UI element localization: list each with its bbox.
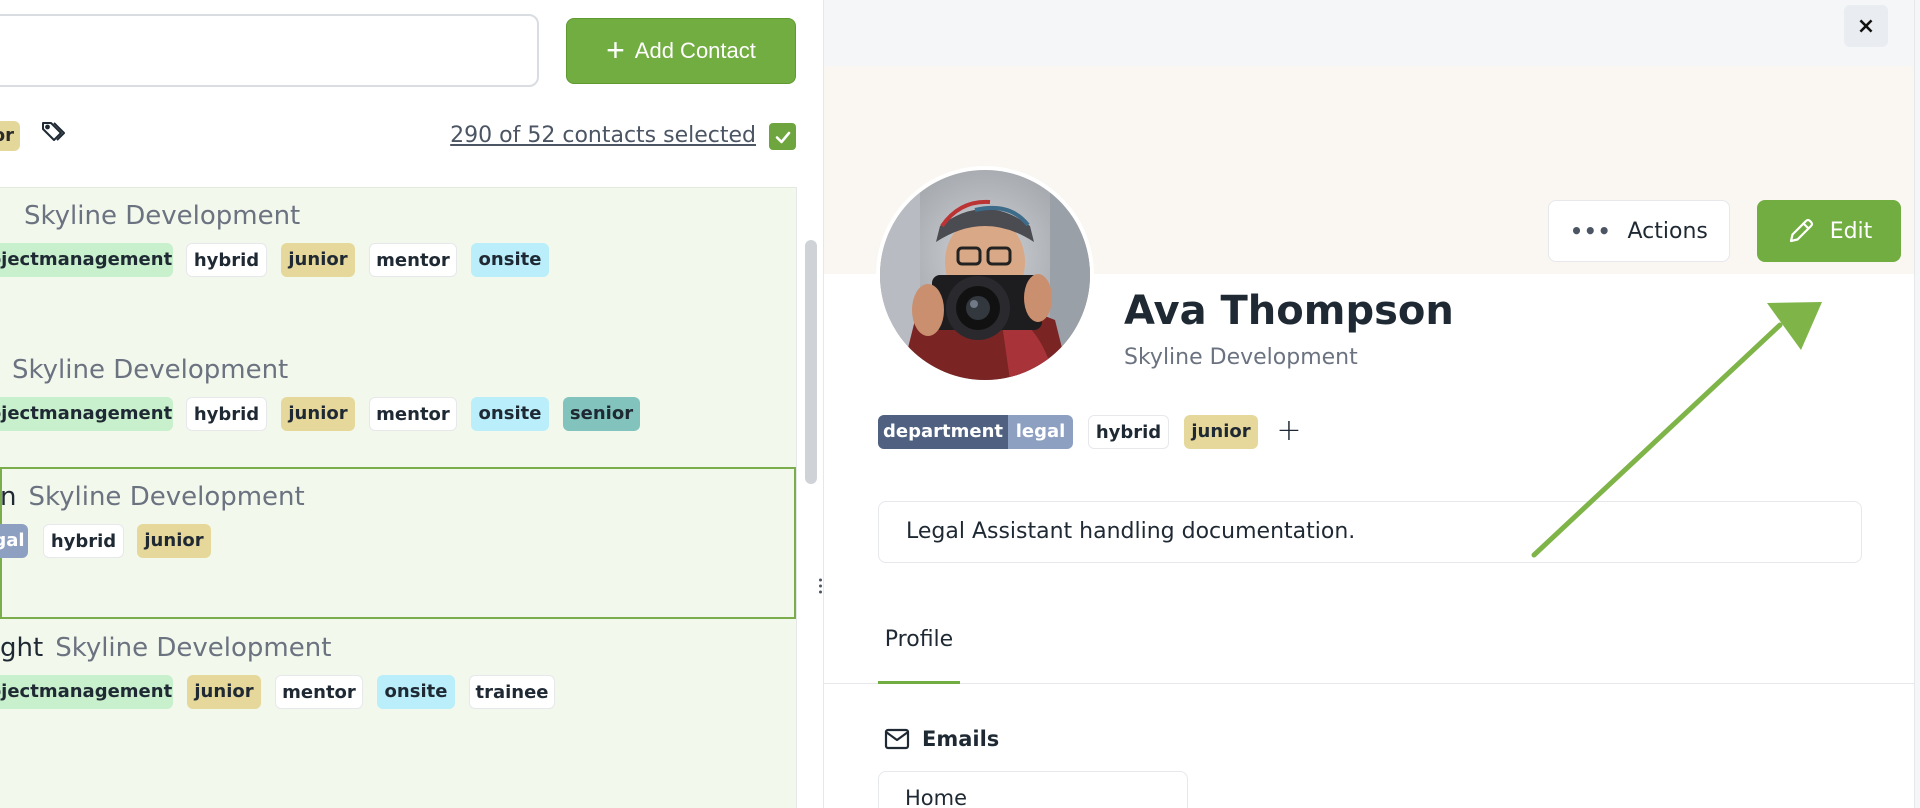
tag: mentor: [369, 243, 457, 277]
contact-full-name: Ava Thompson: [1124, 288, 1454, 334]
emails-section-heading: Emails: [884, 724, 999, 754]
avatar-photo: [880, 170, 1090, 380]
search-input[interactable]: [0, 14, 539, 87]
tag: junior: [187, 675, 261, 709]
tag: trainee: [469, 675, 555, 709]
avatar: [876, 166, 1094, 384]
tag[interactable]: hybrid: [1088, 415, 1169, 449]
email-type-label: Home: [905, 786, 968, 808]
tag-key[interactable]: department: [878, 415, 1008, 449]
actions-button[interactable]: ••• Actions: [1548, 200, 1730, 262]
contact-description[interactable]: Legal Assistant handling documentation.: [878, 501, 1862, 563]
contact-row[interactable]: ght Skyline Development ojectmanagement j…: [0, 620, 796, 772]
contact-company: Skyline Development: [55, 633, 332, 663]
scrollbar-thumb[interactable]: [805, 240, 817, 484]
checkmark-icon: [775, 131, 790, 143]
close-button[interactable]: ×: [1844, 5, 1888, 47]
email-card[interactable]: Home: [878, 771, 1188, 808]
add-tag-button[interactable]: +: [1274, 415, 1304, 449]
tag: junior: [137, 524, 211, 558]
tag-value[interactable]: legal: [1008, 415, 1073, 449]
tag: hybrid: [186, 243, 267, 277]
tags-icon[interactable]: [40, 118, 68, 146]
tag: ojectmanagement: [0, 397, 173, 431]
tag: ojectmanagement: [0, 243, 173, 277]
pencil-icon: [1789, 218, 1813, 243]
selection-count-link[interactable]: 290 of 52 contacts selected: [450, 123, 756, 148]
tag: gal: [0, 524, 28, 558]
more-horizontal-icon: •••: [1570, 219, 1612, 243]
tag: ojectmanagement: [0, 675, 173, 709]
tag: hybrid: [43, 524, 124, 558]
tag: hybrid: [186, 397, 267, 431]
tag[interactable]: junior: [1184, 415, 1258, 449]
contact-company: Skyline Development: [1124, 345, 1358, 370]
emails-heading-label: Emails: [922, 727, 1000, 751]
tag: onsite: [377, 675, 455, 709]
tag: onsite: [471, 397, 549, 431]
contact-company: Skyline Development: [28, 482, 305, 512]
contact-name: n: [0, 482, 17, 512]
detail-scroll-edge: [1914, 0, 1920, 808]
tag: junior: [281, 397, 355, 431]
tag: onsite: [471, 243, 549, 277]
add-contact-button[interactable]: + Add Contact: [566, 18, 796, 84]
plus-icon: +: [606, 31, 625, 68]
tab-profile[interactable]: Profile: [878, 610, 960, 684]
filter-tag-chip[interactable]: or: [0, 121, 20, 151]
contact-row[interactable]: Skyline Development ojectmanagement hybr…: [0, 188, 796, 340]
tag: mentor: [275, 675, 363, 709]
edit-label: Edit: [1829, 218, 1873, 244]
contacts-list-pane: + Add Contact or 290 of 52 contacts sele…: [0, 0, 823, 808]
tag: junior: [281, 243, 355, 277]
tag: senior: [563, 397, 640, 431]
select-all-checkbox[interactable]: [769, 123, 796, 150]
edit-button[interactable]: Edit: [1757, 200, 1901, 262]
filter-bar: or 290 of 52 contacts selected: [0, 96, 823, 186]
tag: mentor: [369, 397, 457, 431]
actions-label: Actions: [1627, 218, 1708, 244]
contacts-list: Skyline Development ojectmanagement hybr…: [0, 187, 796, 808]
add-contact-label: Add Contact: [634, 38, 756, 63]
mail-icon: [884, 728, 910, 750]
contact-company: Skyline Development: [12, 355, 289, 385]
detail-tabs: Profile: [824, 610, 1914, 684]
contact-detail-pane: × ••• Actions Edit Ava Thompson Skyline …: [824, 0, 1920, 808]
contact-name: ght: [0, 633, 44, 663]
detail-topbar: [824, 0, 1920, 66]
contact-company: Skyline Development: [24, 201, 301, 231]
contact-row-selected[interactable]: n Skyline Development gal hybrid junior: [0, 467, 796, 619]
